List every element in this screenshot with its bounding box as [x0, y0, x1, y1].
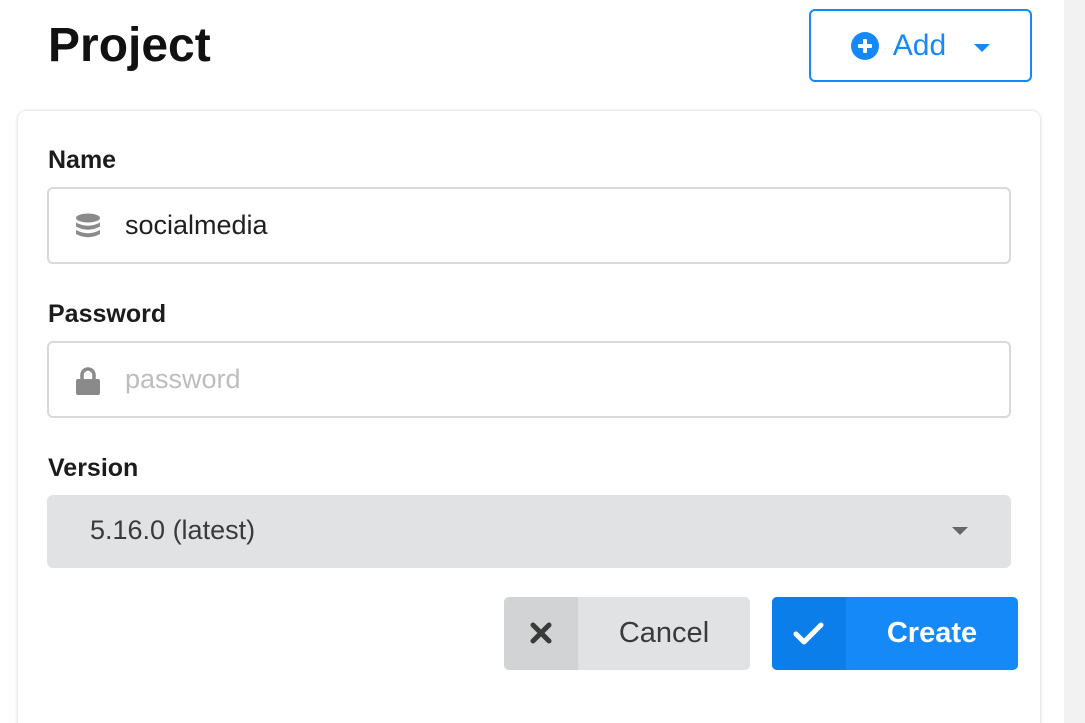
database-icon: [75, 213, 101, 239]
check-icon: [772, 597, 846, 670]
project-page: Project Add Name Password Version 5: [0, 0, 1085, 723]
create-button[interactable]: Create: [772, 597, 1018, 670]
create-button-label: Create: [886, 617, 978, 649]
plus-circle-icon: [850, 31, 879, 60]
scrollbar-track[interactable]: [1064, 0, 1085, 723]
version-selected-value: 5.16.0 (latest): [90, 515, 256, 545]
password-input[interactable]: [125, 343, 985, 416]
page-title: Project: [48, 19, 211, 72]
name-field[interactable]: [47, 187, 1011, 264]
add-button-label: Add: [892, 28, 947, 62]
password-label: Password: [48, 300, 167, 328]
name-label: Name: [48, 146, 117, 174]
add-button[interactable]: Add: [809, 9, 1032, 82]
cancel-button[interactable]: Cancel: [504, 597, 750, 670]
caret-down-icon: [952, 527, 968, 535]
x-icon: [504, 597, 578, 670]
caret-down-icon: [974, 43, 991, 52]
version-select[interactable]: 5.16.0 (latest): [47, 495, 1011, 568]
password-field[interactable]: [47, 341, 1011, 418]
name-input[interactable]: [125, 189, 985, 262]
cancel-button-label: Cancel: [618, 617, 710, 649]
version-label: Version: [48, 454, 139, 482]
lock-icon: [75, 367, 101, 395]
